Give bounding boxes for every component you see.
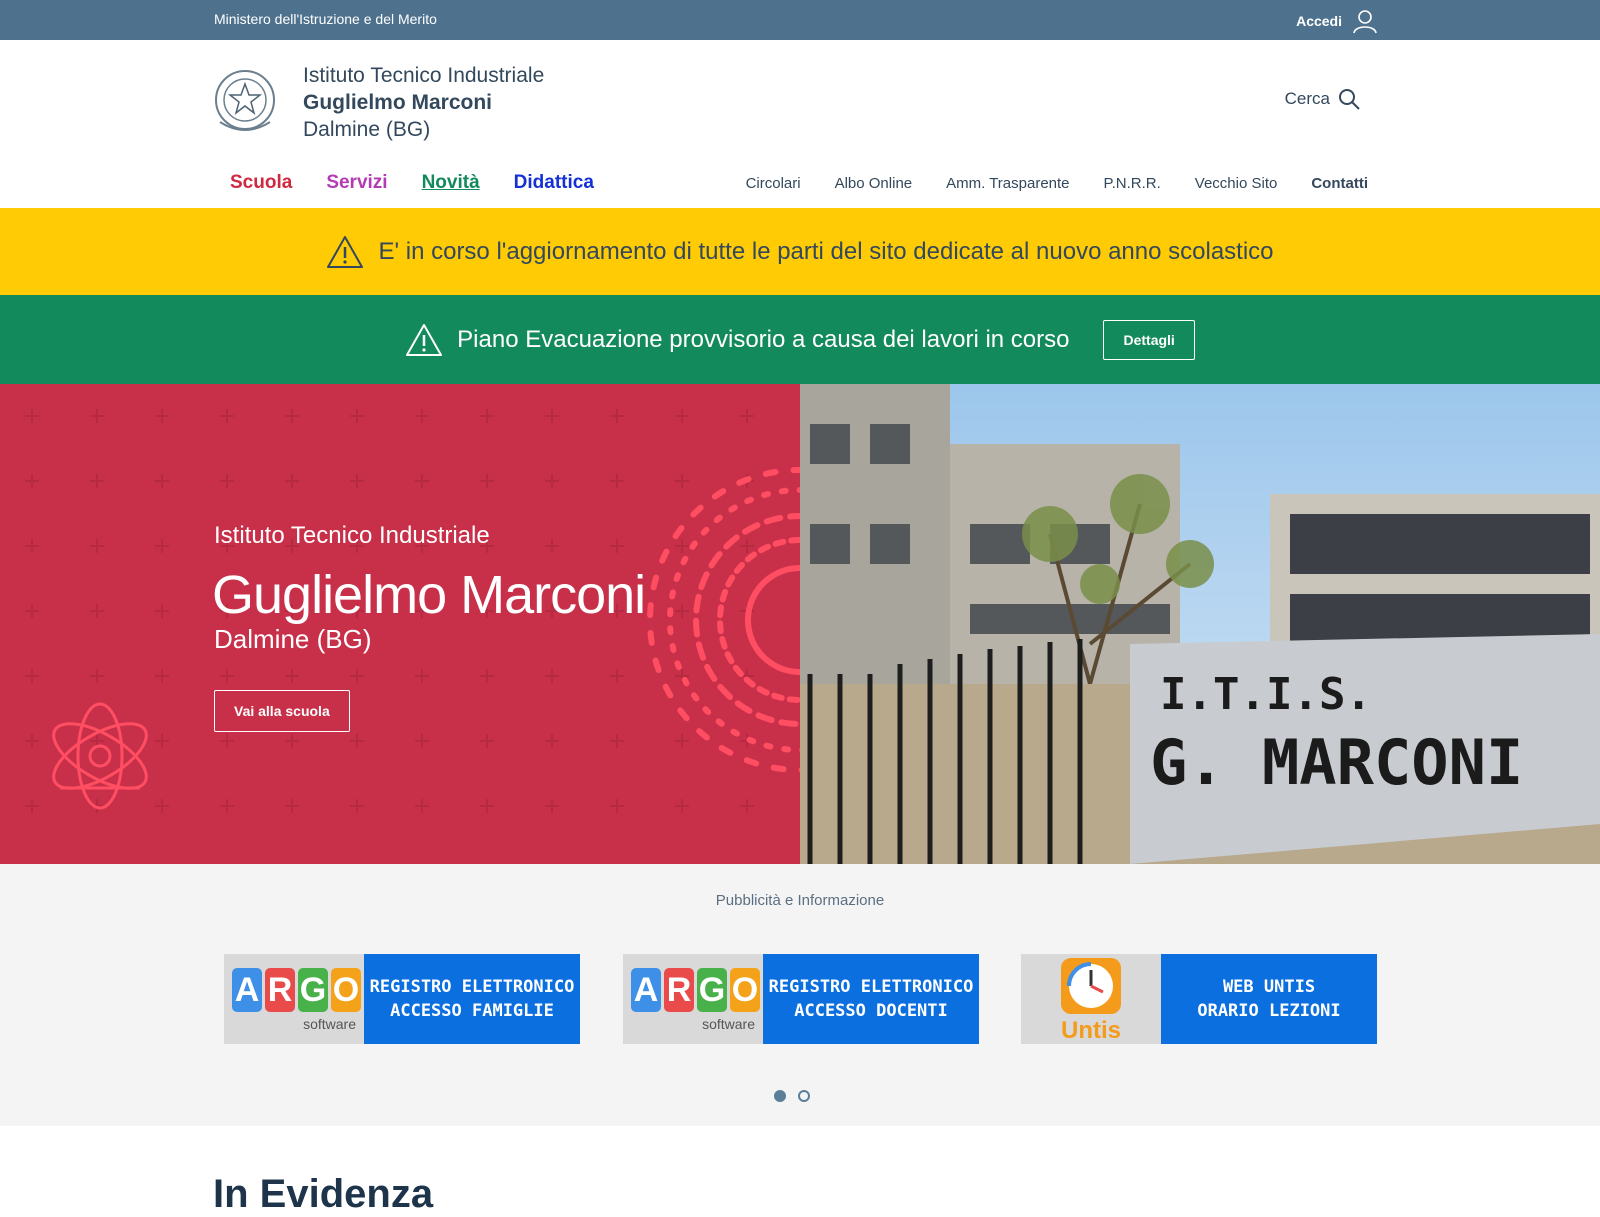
evacuation-alert-text: Piano Evacuazione provvisorio a causa de… — [457, 325, 1070, 353]
nav-novita[interactable]: Novità — [422, 172, 480, 194]
argo-letter-r: R — [664, 968, 694, 1012]
school-building-image: I.T.I.S. G. MARCONI — [800, 384, 1600, 864]
nav-servizi[interactable]: Servizi — [326, 172, 387, 194]
argo-letter-o: O — [730, 968, 760, 1012]
ministry-link[interactable]: Ministero dell'Istruzione e del Merito — [214, 11, 437, 27]
nav-vecchio-sito[interactable]: Vecchio Sito — [1195, 175, 1278, 192]
sign-line-2: G. MARCONI — [1150, 726, 1523, 799]
warning-icon — [327, 235, 364, 268]
site-header: Istituto Tecnico Industriale Guglielmo M… — [0, 40, 1600, 208]
carousel-pagination — [774, 1090, 810, 1102]
nav-albo-online[interactable]: Albo Online — [835, 175, 913, 192]
banner-line-2: ORARIO LEZIONI — [1197, 1001, 1341, 1021]
hero-subtitle: Istituto Tecnico Industriale — [214, 522, 490, 549]
argo-letter-g: G — [298, 968, 328, 1012]
evacuation-alert: Piano Evacuazione provvisorio a causa de… — [0, 295, 1600, 384]
site-brand[interactable]: Istituto Tecnico Industriale Guglielmo M… — [303, 62, 544, 143]
banner-section: Pubblicità e Informazione A R G O softwa… — [0, 864, 1600, 1126]
search-button[interactable]: Cerca — [1285, 88, 1360, 110]
argo-logo: A R G O software — [623, 954, 763, 1044]
banner-line-2: ACCESSO FAMIGLIE — [390, 1001, 554, 1021]
update-alert-text: E' in corso l'aggiornamento di tutte le … — [378, 237, 1274, 265]
italian-republic-emblem[interactable] — [212, 64, 278, 138]
user-icon — [1353, 10, 1377, 34]
banner-line-2: ACCESSO DOCENTI — [794, 1001, 948, 1021]
main-navigation: Scuola Servizi Novità Didattica — [230, 172, 594, 194]
banner-section-heading: Pubblicità e Informazione — [715, 892, 885, 909]
nav-amm-trasparente[interactable]: Amm. Trasparente — [946, 175, 1069, 192]
hero-city: Dalmine (BG) — [214, 624, 372, 654]
hero-panel: Istituto Tecnico Industriale Guglielmo M… — [0, 384, 800, 864]
untis-logo: Untis — [1021, 954, 1161, 1044]
top-bar: Ministero dell'Istruzione e del Merito A… — [0, 0, 1600, 40]
brand-line-2: Guglielmo Marconi — [303, 91, 493, 114]
argo-letter-r: R — [265, 968, 295, 1012]
carousel-dot-1[interactable] — [774, 1090, 786, 1102]
carousel-dot-2[interactable] — [798, 1090, 810, 1102]
sign-line-1: I.T.I.S. — [1160, 669, 1372, 720]
search-icon — [1339, 89, 1360, 110]
nav-contatti[interactable]: Contatti — [1311, 175, 1368, 192]
login-button[interactable]: Accedi — [1296, 8, 1378, 34]
details-button[interactable]: Dettagli — [1103, 319, 1195, 360]
nav-scuola[interactable]: Scuola — [230, 172, 292, 194]
search-label: Cerca — [1284, 89, 1330, 108]
brand-line-1: Istituto Tecnico Industriale — [303, 64, 545, 87]
banner-argo-docenti[interactable]: A R G O software REGISTRO ELETTRONICO AC… — [623, 954, 979, 1044]
argo-letter-a: A — [631, 968, 661, 1012]
nav-pnrr[interactable]: P.N.R.R. — [1104, 175, 1161, 192]
go-to-school-button[interactable]: Vai alla scuola — [214, 690, 350, 732]
argo-letter-o: O — [331, 968, 361, 1012]
argo-letter-g: G — [697, 968, 727, 1012]
nav-didattica[interactable]: Didattica — [514, 172, 594, 194]
banner-line-1: WEB UNTIS — [1222, 977, 1316, 997]
banner-web-untis[interactable]: Untis WEB UNTIS ORARIO LEZIONI — [1021, 954, 1377, 1044]
secondary-navigation: Circolari Albo Online Amm. Trasparente P… — [746, 175, 1368, 192]
update-alert: E' in corso l'aggiornamento di tutte le … — [0, 208, 1600, 295]
argo-software-label: software — [303, 1016, 356, 1032]
login-label: Accedi — [1296, 13, 1342, 29]
argo-software-label: software — [702, 1016, 755, 1032]
warning-icon — [406, 323, 443, 356]
untis-wordmark: Untis — [1061, 1017, 1121, 1044]
banner-line-1: REGISTRO ELETTRONICO — [369, 977, 575, 997]
banner-argo-famiglie[interactable]: A R G O software REGISTRO ELETTRONICO AC… — [224, 954, 580, 1044]
section-title-in-evidenza: In Evidenza — [213, 1172, 434, 1216]
clock-icon: Untis — [1061, 958, 1121, 1044]
argo-letter-a: A — [232, 968, 262, 1012]
brand-line-3: Dalmine (BG) — [303, 118, 431, 141]
nav-circolari[interactable]: Circolari — [746, 175, 801, 192]
banner-line-1: REGISTRO ELETTRONICO — [768, 977, 974, 997]
hero-title: Guglielmo Marconi — [212, 565, 646, 625]
argo-logo: A R G O software — [224, 954, 364, 1044]
school-photo: I.T.I.S. G. MARCONI — [800, 384, 1600, 864]
